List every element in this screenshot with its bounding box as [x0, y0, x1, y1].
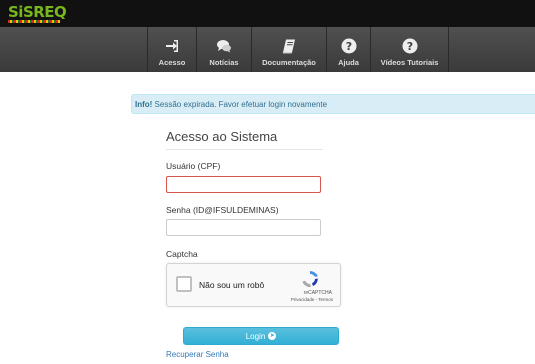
recaptcha-privacy-links[interactable]: Privacidade - Termos: [291, 297, 333, 302]
comments-icon: [217, 40, 231, 53]
logo-text: SiSREQ: [8, 3, 67, 21]
nav-label: Notícias: [209, 58, 239, 67]
nav-item-videos-tutoriais[interactable]: ? Vídeos Tutoriais: [371, 27, 448, 72]
recaptcha-brand: reCAPTCHA: [303, 290, 332, 296]
main-navbar: Acesso Notícias Documentação ? Ajuda ? V…: [0, 27, 535, 72]
nav-item-documentacao[interactable]: Documentação: [252, 27, 326, 72]
nav-label: Vídeos Tutoriais: [380, 58, 439, 67]
captcha-label: Captcha: [166, 249, 198, 259]
arrow-circle-right-icon: ➤: [268, 332, 277, 340]
recaptcha-icon: [302, 271, 318, 288]
login-button[interactable]: Login ➤: [183, 327, 339, 345]
sign-in-icon: [166, 40, 178, 52]
help-icon: ?: [402, 38, 417, 54]
recaptcha-checkbox-label: Não sou um robô: [199, 280, 265, 290]
title-divider: [166, 149, 323, 150]
nav-label: Ajuda: [338, 58, 359, 67]
help-icon: ?: [341, 38, 356, 54]
svg-text:?: ?: [406, 40, 412, 53]
login-form-title: Acesso ao Sistema: [166, 129, 278, 144]
nav-item-acesso[interactable]: Acesso: [148, 27, 196, 72]
password-label: Senha (ID@IFSULDEMINAS): [166, 205, 279, 215]
svg-text:?: ?: [345, 40, 351, 53]
session-expired-alert: Info! Sessão expirada. Favor efetuar log…: [131, 94, 535, 114]
recaptcha-checkbox[interactable]: [176, 276, 192, 292]
sisreq-logo[interactable]: SiSREQ: [8, 3, 67, 23]
username-label: Usuário (CPF): [166, 161, 221, 171]
recover-password-link[interactable]: Recuperar Senha: [166, 350, 229, 359]
nav-label: Documentação: [262, 58, 316, 67]
nav-separator: [448, 27, 449, 72]
recaptcha-widget: Não sou um robô reCAPTCHA Privacidade - …: [166, 263, 341, 307]
nav-item-noticias[interactable]: Notícias: [197, 27, 251, 72]
username-input[interactable]: [166, 176, 321, 193]
book-icon: [282, 39, 295, 54]
password-input[interactable]: [166, 219, 321, 236]
alert-message: Sessão expirada. Favor efetuar login nov…: [152, 100, 328, 109]
alert-prefix: Info!: [135, 100, 153, 109]
top-bar: SiSREQ: [0, 0, 535, 27]
login-button-label: Login: [245, 331, 266, 341]
nav-label: Acesso: [158, 58, 186, 67]
nav-item-ajuda[interactable]: ? Ajuda: [327, 27, 370, 72]
